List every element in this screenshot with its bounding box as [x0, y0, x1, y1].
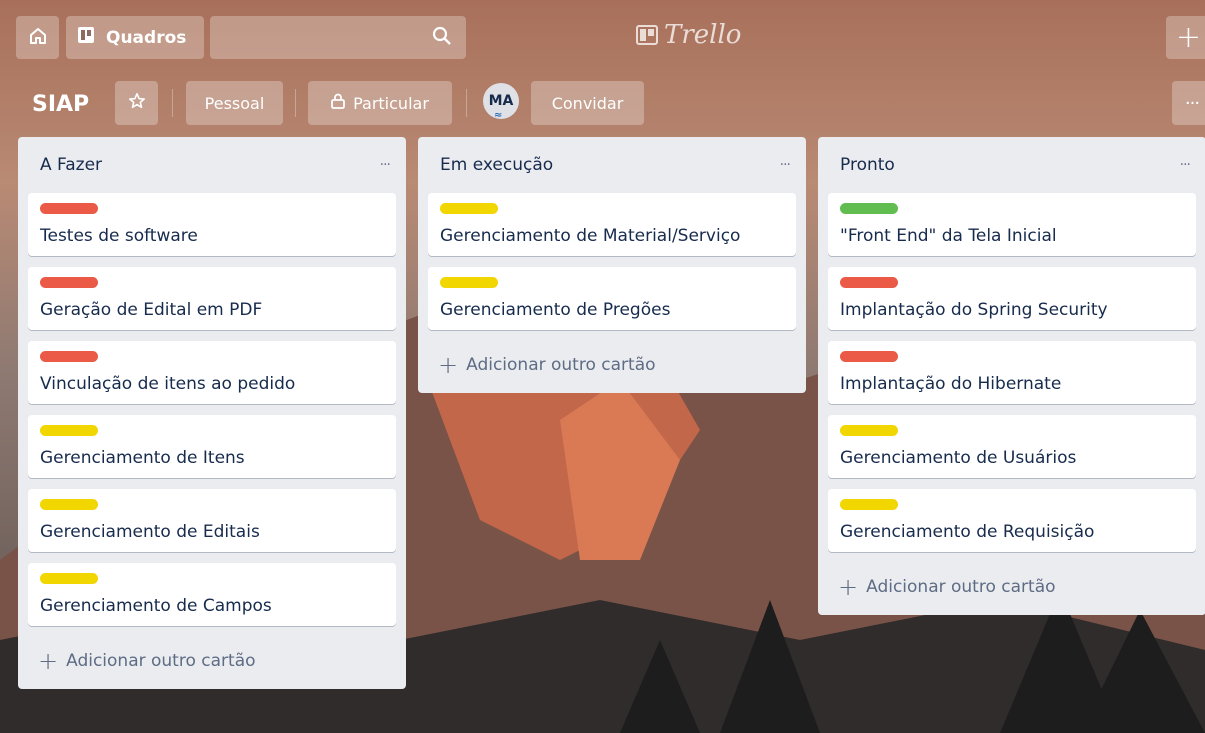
card[interactable]: Gerenciamento de Usuários — [828, 415, 1196, 478]
boards-icon — [76, 25, 96, 50]
trello-logo-icon — [636, 25, 658, 45]
star-icon — [128, 92, 146, 114]
list-title[interactable]: A Fazer — [40, 155, 102, 175]
boards-button[interactable]: Quadros — [66, 16, 204, 59]
list-title[interactable]: Pronto — [840, 155, 895, 175]
card-container: Gerenciamento de Material/Serviço Gerenci… — [428, 193, 796, 330]
plus-icon: + — [838, 573, 859, 601]
plus-icon: + — [38, 647, 59, 675]
logo-text: Trello — [664, 20, 742, 50]
board-title[interactable]: SIAP — [32, 92, 89, 117]
add-card-label: Adicionar outro cartão — [466, 355, 656, 375]
create-button[interactable]: + — [1166, 16, 1205, 59]
list-em-execucao: Em execução ··· Gerenciamento de Materia… — [418, 137, 806, 393]
list-menu-icon[interactable]: ··· — [780, 157, 791, 173]
card[interactable]: "Front End" da Tela Inicial — [828, 193, 1196, 256]
card-label-red[interactable] — [40, 277, 98, 288]
board-menu-button[interactable]: ··· — [1172, 81, 1205, 125]
card-title: Gerenciamento de Material/Serviço — [440, 226, 741, 246]
card-label-green[interactable] — [840, 203, 898, 214]
member-initials: MA — [488, 93, 514, 109]
visibility-label: Particular — [353, 93, 429, 113]
card[interactable]: Implantação do Hibernate — [828, 341, 1196, 404]
card-label-yellow[interactable] — [40, 499, 98, 510]
card-label-yellow[interactable] — [440, 277, 498, 288]
card-label-red[interactable] — [40, 351, 98, 362]
card-title: Implantação do Hibernate — [840, 374, 1062, 394]
card-title: Gerenciamento de Itens — [40, 448, 245, 468]
card-container: Testes de software Geração de Edital em P… — [28, 193, 396, 626]
list-pronto: Pronto ··· "Front End" da Tela Inicial Im… — [818, 137, 1205, 615]
list-a-fazer: A Fazer ··· Testes de software Geração de… — [18, 137, 406, 689]
card-label-red[interactable] — [840, 351, 898, 362]
card-container: "Front End" da Tela Inicial Implantação d… — [828, 193, 1196, 552]
search-icon — [432, 26, 452, 50]
card[interactable]: Gerenciamento de Editais — [28, 489, 396, 552]
card-label-yellow[interactable] — [40, 425, 98, 436]
card[interactable]: Testes de software — [28, 193, 396, 256]
visibility-button[interactable]: Particular — [308, 81, 452, 125]
card-title: Vinculação de itens ao pedido — [40, 374, 296, 394]
admin-chevron-icon: ≈ — [494, 110, 503, 121]
card-title: Gerenciamento de Campos — [40, 596, 272, 616]
card-label-yellow[interactable] — [440, 203, 498, 214]
card[interactable]: Implantação do Spring Security — [828, 267, 1196, 330]
invite-button[interactable]: Convidar — [531, 81, 644, 125]
member-avatar[interactable]: MA ≈ — [483, 83, 519, 121]
team-button[interactable]: Pessoal — [186, 81, 283, 125]
card[interactable]: Vinculação de itens ao pedido — [28, 341, 396, 404]
plus-icon: + — [1175, 20, 1202, 55]
list-title[interactable]: Em execução — [440, 155, 553, 175]
add-card-button[interactable]: + Adicionar outro cartão — [828, 559, 1196, 615]
team-label: Pessoal — [204, 93, 265, 113]
list-menu-icon[interactable]: ··· — [1180, 157, 1191, 173]
card-label-yellow[interactable] — [40, 573, 98, 584]
card[interactable]: Gerenciamento de Material/Serviço — [428, 193, 796, 256]
home-button[interactable] — [16, 16, 59, 59]
divider — [172, 89, 173, 117]
divider — [466, 89, 467, 117]
search-input[interactable] — [210, 16, 466, 59]
add-card-label: Adicionar outro cartão — [66, 651, 256, 671]
card-title: Geração de Edital em PDF — [40, 300, 263, 320]
top-nav: Quadros Trello + — [0, 0, 1205, 75]
plus-icon: + — [438, 351, 459, 379]
divider — [295, 89, 296, 117]
card-title: Gerenciamento de Requisição — [840, 522, 1095, 542]
card-title: Testes de software — [40, 226, 198, 246]
card-title: Gerenciamento de Pregões — [440, 300, 671, 320]
card-label-red[interactable] — [840, 277, 898, 288]
card-title: "Front End" da Tela Inicial — [840, 226, 1057, 246]
card[interactable]: Gerenciamento de Pregões — [428, 267, 796, 330]
card-title: Gerenciamento de Usuários — [840, 448, 1077, 468]
list-header: Pronto ··· — [828, 137, 1196, 193]
lock-icon — [331, 93, 345, 113]
list-header: A Fazer ··· — [28, 137, 396, 193]
card-title: Gerenciamento de Editais — [40, 522, 260, 542]
card[interactable]: Gerenciamento de Itens — [28, 415, 396, 478]
card-label-yellow[interactable] — [840, 425, 898, 436]
invite-label: Convidar — [551, 93, 624, 113]
add-card-button[interactable]: + Adicionar outro cartão — [28, 633, 396, 689]
more-icon: ··· — [1184, 92, 1200, 114]
star-button[interactable] — [115, 81, 158, 125]
list-header: Em execução ··· — [428, 137, 796, 193]
trello-logo[interactable]: Trello — [636, 20, 741, 50]
card-label-yellow[interactable] — [840, 499, 898, 510]
add-card-button[interactable]: + Adicionar outro cartão — [428, 337, 796, 393]
home-icon — [28, 26, 48, 50]
card-title: Implantação do Spring Security — [840, 300, 1108, 320]
card[interactable]: Gerenciamento de Requisição — [828, 489, 1196, 552]
list-menu-icon[interactable]: ··· — [380, 157, 391, 173]
boards-label: Quadros — [106, 27, 187, 48]
card-label-red[interactable] — [40, 203, 98, 214]
board-header: SIAP Pessoal Particular MA ≈ Convidar ··… — [0, 75, 1205, 135]
card[interactable]: Geração de Edital em PDF — [28, 267, 396, 330]
add-card-label: Adicionar outro cartão — [866, 577, 1056, 597]
card[interactable]: Gerenciamento de Campos — [28, 563, 396, 626]
